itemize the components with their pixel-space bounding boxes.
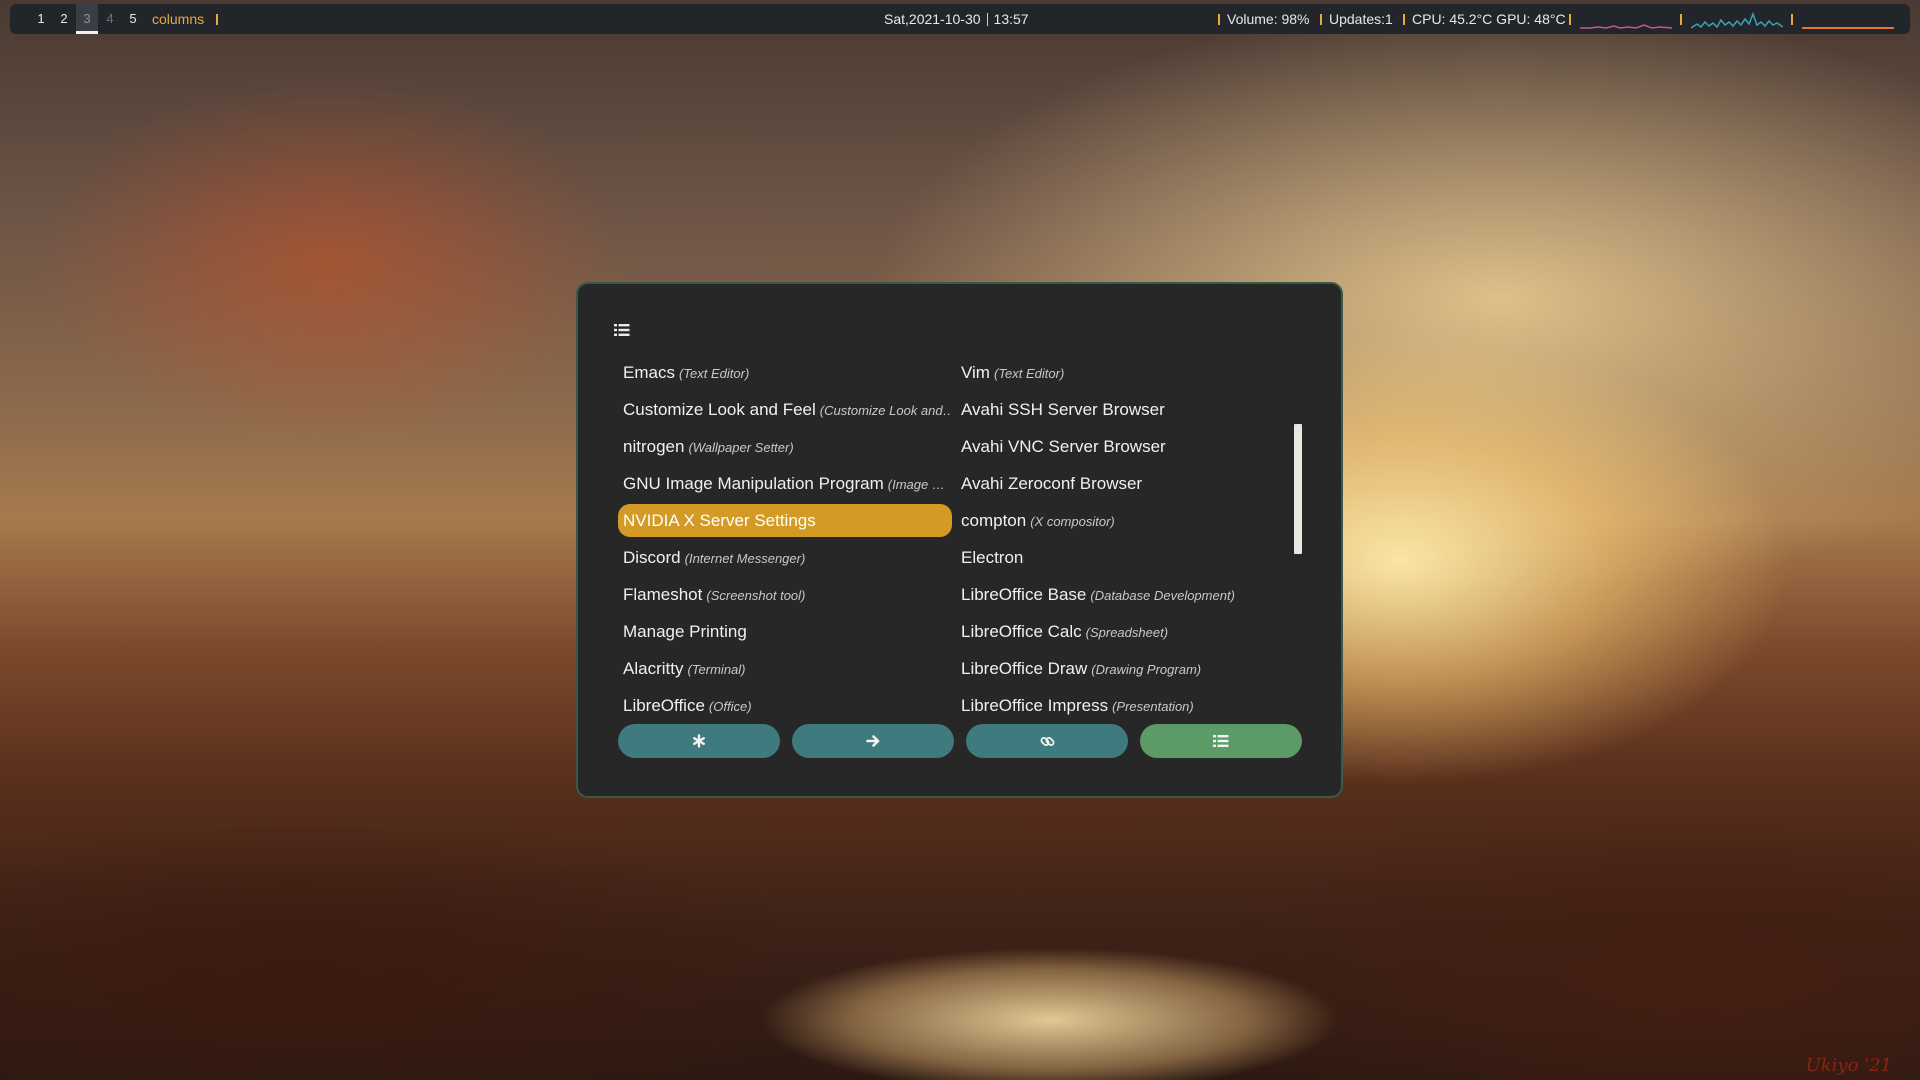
time-text: 13:57 xyxy=(993,11,1029,27)
app-name: LibreOffice Calc xyxy=(961,622,1082,641)
separator xyxy=(1403,14,1405,25)
workspace-1[interactable]: 1 xyxy=(30,4,52,34)
date-text: Sat,2021-10-30 xyxy=(884,11,981,27)
asterisk-icon xyxy=(693,734,706,748)
app-description: (Spreadsheet) xyxy=(1085,625,1169,640)
list-item[interactable]: LibreOffice Draw (Drawing Program) xyxy=(956,652,1290,685)
app-description: (Customize Look and… xyxy=(819,403,952,418)
volume-status[interactable]: Volume: 98% xyxy=(1227,4,1310,34)
separator xyxy=(1791,14,1793,25)
workspace-2[interactable]: 2 xyxy=(53,4,75,34)
clock: Sat,2021-10-30 13:57 xyxy=(884,4,1029,34)
separator xyxy=(1680,14,1682,25)
app-name: Vim xyxy=(961,363,990,382)
list-item[interactable]: Avahi SSH Server Browser xyxy=(956,393,1290,426)
top-bar: 1 2 3 4 5 columns Sat,2021-10-30 13:57 Vo… xyxy=(10,4,1910,34)
mode-button-apps[interactable] xyxy=(1140,724,1302,758)
list-item[interactable]: GNU Image Manipulation Program (Image … xyxy=(618,467,952,500)
app-name: Avahi SSH Server Browser xyxy=(961,400,1165,419)
app-name: NVIDIA X Server Settings xyxy=(623,511,816,530)
list-item[interactable]: Vim (Text Editor) xyxy=(956,356,1290,389)
app-name: Emacs xyxy=(623,363,675,382)
app-name: Electron xyxy=(961,548,1024,567)
separator xyxy=(1218,14,1220,25)
list-item[interactable]: LibreOffice Calc (Spreadsheet) xyxy=(956,615,1290,648)
list-item[interactable]: LibreOffice (Office) xyxy=(618,689,952,722)
app-description: (Database Development) xyxy=(1090,588,1235,603)
list-item[interactable]: Flameshot (Screenshot tool) xyxy=(618,578,952,611)
mode-button-window[interactable] xyxy=(792,724,954,758)
list-item[interactable]: LibreOffice Base (Database Development) xyxy=(956,578,1290,611)
workspace-4[interactable]: 4 xyxy=(99,4,121,34)
layout-indicator[interactable]: columns xyxy=(152,4,204,34)
app-name: nitrogen xyxy=(623,437,685,456)
app-name: GNU Image Manipulation Program xyxy=(623,474,884,493)
link-icon xyxy=(1040,736,1054,746)
app-description: (Terminal) xyxy=(687,662,746,677)
app-name: LibreOffice Draw xyxy=(961,659,1088,678)
mode-button-ssh[interactable] xyxy=(966,724,1128,758)
app-description: (Office) xyxy=(708,699,752,714)
app-description: (Drawing Program) xyxy=(1091,662,1202,677)
list-item[interactable]: compton (X compositor) xyxy=(956,504,1290,537)
network-graph xyxy=(1802,27,1894,29)
list-item[interactable]: Manage Printing xyxy=(618,615,952,648)
app-name: compton xyxy=(961,511,1027,530)
app-name: LibreOffice Base xyxy=(961,585,1087,604)
app-description: (Screenshot tool) xyxy=(706,588,806,603)
cpu-graph xyxy=(1691,11,1783,29)
memory-graph xyxy=(1580,24,1672,29)
app-name: Alacritty xyxy=(623,659,684,678)
app-description: (Text Editor) xyxy=(678,366,750,381)
wallpaper-signature: Ukiyo '21 xyxy=(1805,1055,1892,1076)
app-launcher: Emacs (Text Editor) Customize Look and Fe… xyxy=(576,282,1343,798)
separator xyxy=(1569,14,1571,25)
workspace-5[interactable]: 5 xyxy=(122,4,144,34)
list-item[interactable]: nitrogen (Wallpaper Setter) xyxy=(618,430,952,463)
app-name: Avahi Zeroconf Browser xyxy=(961,474,1143,493)
app-name: Discord xyxy=(623,548,681,567)
list-item[interactable]: Electron xyxy=(956,541,1290,574)
mode-button-run[interactable] xyxy=(618,724,780,758)
list-item[interactable]: Customize Look and Feel (Customize Look a… xyxy=(618,393,952,426)
temperature-status: CPU: 45.2°C GPU: 48°C xyxy=(1412,11,1566,27)
list-icon xyxy=(614,324,630,336)
list-item-selected[interactable]: NVIDIA X Server Settings xyxy=(618,504,952,537)
app-name: Avahi VNC Server Browser xyxy=(961,437,1166,456)
app-description: (X compositor) xyxy=(1030,514,1115,529)
app-description: (Wallpaper Setter) xyxy=(688,440,794,455)
workspace-3[interactable]: 3 xyxy=(76,4,98,34)
list-item[interactable]: Avahi VNC Server Browser xyxy=(956,430,1290,463)
scrollbar[interactable] xyxy=(1294,424,1302,554)
app-description: (Presentation) xyxy=(1112,699,1194,714)
list-item[interactable]: Emacs (Text Editor) xyxy=(618,356,952,389)
list-item[interactable]: Alacritty (Terminal) xyxy=(618,652,952,685)
list-item[interactable]: Avahi Zeroconf Browser xyxy=(956,467,1290,500)
app-description: (Text Editor) xyxy=(993,366,1065,381)
separator xyxy=(986,13,988,26)
list-item[interactable]: LibreOffice Impress (Presentation) xyxy=(956,689,1290,722)
app-name: Customize Look and Feel xyxy=(623,400,816,419)
list-icon xyxy=(1213,735,1229,747)
app-name: Flameshot xyxy=(623,585,703,604)
app-name: LibreOffice Impress xyxy=(961,696,1109,715)
app-name: LibreOffice xyxy=(623,696,705,715)
app-description: (Internet Messenger) xyxy=(684,551,806,566)
separator xyxy=(1320,14,1322,25)
list-item[interactable]: Discord (Internet Messenger) xyxy=(618,541,952,574)
updates-status[interactable]: Updates:1 xyxy=(1329,4,1393,34)
arrow-right-icon xyxy=(866,735,880,747)
app-description: (Image … xyxy=(887,477,945,492)
app-name: Manage Printing xyxy=(623,622,747,641)
separator xyxy=(216,14,218,25)
